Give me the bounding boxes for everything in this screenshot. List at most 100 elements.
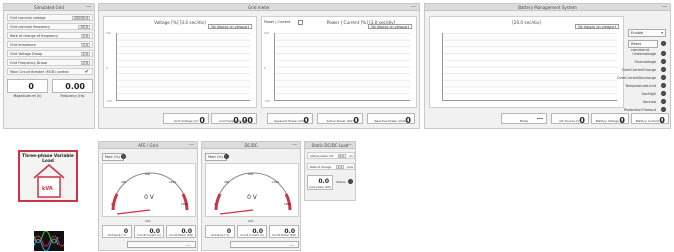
battery-voltage-readout: 0 Battery Voltage (V) (591, 113, 629, 125)
grid-row-vdroop[interactable]: Grid Voltage Droop 0.0 (7, 50, 93, 57)
apparent-power-readout: 0 Apparent Power (kVA) (267, 113, 313, 125)
waveform-thumbnail[interactable] (34, 231, 64, 251)
status-label: Status (336, 180, 346, 184)
load-power-readout: 0.0 Load power (kW) (307, 175, 333, 190)
dcdc-current-readout: 0.0 Circuit Current (A) (237, 225, 267, 238)
dcdc-panel: DC/DC — Mod (%) 0 400 800 1200 1600 0 V U… (201, 141, 301, 251)
dc-source-readout: 0 DC Source (V) (551, 113, 589, 125)
dcdc-gauge-unit: Udc (248, 219, 254, 223)
ocdischarge-led-icon (661, 75, 666, 80)
grid-frequency-readout-meter: 0.00 Grid frequency (Hz) (211, 113, 257, 125)
undervoltage-led-icon (661, 51, 666, 56)
grid-rocof-input[interactable]: 0.0 (80, 34, 90, 38)
voltage-nodisplay-button[interactable]: No display on viewport (208, 24, 252, 29)
bms-led-overvoltage: Overvoltage (634, 60, 657, 64)
bms-led-sochigh: SocHigh (641, 92, 656, 96)
occharge-led-icon (661, 67, 666, 72)
minimize-icon[interactable]: — (347, 142, 352, 149)
bms-panel: Battery Management System — [20.0 sec/div… (424, 3, 671, 129)
grid-row-frequency[interactable]: Grid nominal frequency 50.0 (7, 23, 93, 30)
active-power-ref-row[interactable]: Active power ref 0.0 pu (307, 152, 355, 159)
bms-led-temperature: TemperatureLimit (625, 84, 656, 88)
afe-current-readout: 0.0 Circuit Current (A) (134, 225, 164, 238)
battery-current-readout: 0 Battery Current (A) (631, 113, 669, 125)
soclow-led-icon (661, 99, 666, 104)
grid-row-mcb[interactable]: Main Circuit Breaker (MCB) control ✔ (7, 68, 93, 75)
dcdc-power-readout: 0.0 Circuit Power (kW) (269, 225, 299, 238)
afe-dropdown[interactable]: ---- (127, 241, 196, 248)
bms-plot-area (442, 33, 617, 101)
afe-title: AFE / Grid — (99, 142, 197, 149)
dcdc-gauge-value: 0 V (247, 194, 257, 201)
dcdc-dropdown[interactable]: ---- (230, 241, 299, 248)
minimize-icon[interactable]: — (292, 142, 297, 149)
afe-power-readout: 0.0 Circuit Power (kW) (166, 225, 196, 238)
bms-nodisplay-button[interactable]: No display on viewport (575, 24, 619, 29)
minimize-icon[interactable]: — (86, 4, 91, 11)
dcdc-gauge: 0 400 800 1200 1600 0 V (205, 163, 299, 217)
grid-fdroop-input[interactable]: 0.0 (80, 61, 90, 65)
power-nodisplay-button[interactable]: No display on viewport (368, 24, 412, 29)
power-plot-area (274, 33, 410, 101)
variable-load-widget[interactable]: Three-phase Variable Load kVA (18, 150, 78, 202)
grid-frequency-input[interactable]: 50.0 (78, 25, 90, 29)
chevron-down-icon: ▾ (661, 31, 663, 35)
power-chart: Power | Current Power | Current [%] [3.0… (261, 16, 417, 108)
afe-temp-readout: 0 Unit temp (°C) (102, 225, 132, 238)
grid-meter-panel: Grid meter — Voltage [%] [3.0 sec/div] No… (98, 3, 420, 129)
kva-label: kVA (42, 186, 53, 192)
grid-row-imbalance[interactable]: Grid imbalance 0.0 (7, 41, 93, 48)
overvoltage-led-icon (661, 59, 666, 64)
grid-vdroop-input[interactable]: 0.0 (80, 52, 90, 56)
frequency-readout: 0.00 Frequency (Hz) (52, 79, 93, 98)
reactive-power-readout: 0 Reactive Power (kVAr) (367, 113, 415, 125)
grid-voltage-readout: 0 Grid Voltage (V) (163, 113, 209, 125)
grid-panel: Simulated Grid — Grid nominal voltage 2000… (3, 3, 95, 129)
house-icon (33, 164, 65, 198)
bms-chart: [20.0 sec/div] No display on viewport (429, 16, 624, 108)
afe-panel: AFE / Grid — Mod (%) 0 400 800 1200 1600 … (98, 141, 198, 251)
bms-led-soclow: SocLow (642, 100, 656, 104)
magnitude-readout: 0 Magnitude ref (V) (7, 79, 48, 98)
grid-voltage-input[interactable]: 20000.0 (71, 16, 90, 20)
afe-gauge-value: 0 V (144, 194, 154, 201)
afe-gauge: 0 400 800 1200 1600 0 V (102, 163, 196, 217)
rate-of-change-row[interactable]: Rate of change 1.0 pu/s (307, 163, 355, 170)
active-power-ref-input[interactable]: 0.0 (337, 154, 346, 158)
bms-mode-readout: --- Mode (501, 113, 547, 124)
sochigh-led-icon (661, 91, 666, 96)
minimize-icon[interactable]: — (411, 4, 416, 11)
bms-led-occharge: OverCurrentCharge (621, 68, 656, 72)
temperature-led-icon (661, 83, 666, 88)
afe-gauge-unit: Udc (145, 219, 151, 223)
static-dc-title: Static DC/DC Load — (305, 142, 355, 149)
grid-panel-title: Simulated Grid — (4, 4, 94, 11)
grid-imbalance-input[interactable]: 0.0 (80, 43, 90, 47)
dcdc-title: DC/DC — (202, 142, 300, 149)
dcdc-mode-led-icon (224, 154, 229, 159)
grid-row-rocof[interactable]: Rate of change of frequency 0.0 (7, 32, 93, 39)
grid-meter-title: Grid meter — (99, 4, 419, 11)
grid-row-fdroop[interactable]: Grid Frequency Droop 0.0 (7, 59, 93, 66)
rate-of-change-input[interactable]: 1.0 (335, 165, 344, 169)
power-current-toggle-label: Power | Current (264, 20, 291, 24)
reset-command-button[interactable]: Reset command (628, 40, 658, 52)
reset-led-icon (661, 41, 666, 46)
afe-mode-led-icon (121, 154, 126, 159)
protection-led-icon (661, 107, 666, 112)
minimize-icon[interactable]: — (189, 142, 194, 149)
bms-led-ocdischarge: OverCurrentDischarge (616, 76, 656, 80)
status-led-icon (348, 179, 353, 184)
minimize-icon[interactable]: — (662, 4, 667, 11)
mcb-checkmark-icon[interactable]: ✔ (85, 69, 89, 75)
bms-led-protection: ProtectionTimeout (623, 108, 656, 112)
power-current-toggle[interactable] (298, 20, 303, 25)
bms-led-undervoltage: Undervoltage (632, 52, 656, 56)
active-power-readout: 0 Active Power (kW) (317, 113, 363, 125)
bms-title: Battery Management System — (425, 4, 670, 11)
voltage-plot-area (116, 33, 250, 101)
voltage-chart: Voltage [%] [3.0 sec/div] No display on … (103, 16, 257, 108)
enable-dropdown[interactable]: Enable ▾ (628, 29, 666, 37)
static-dc-panel: Static DC/DC Load — Active power ref 0.0 pu… (304, 141, 356, 201)
grid-row-voltage[interactable]: Grid nominal voltage 20000.0 (7, 14, 93, 21)
